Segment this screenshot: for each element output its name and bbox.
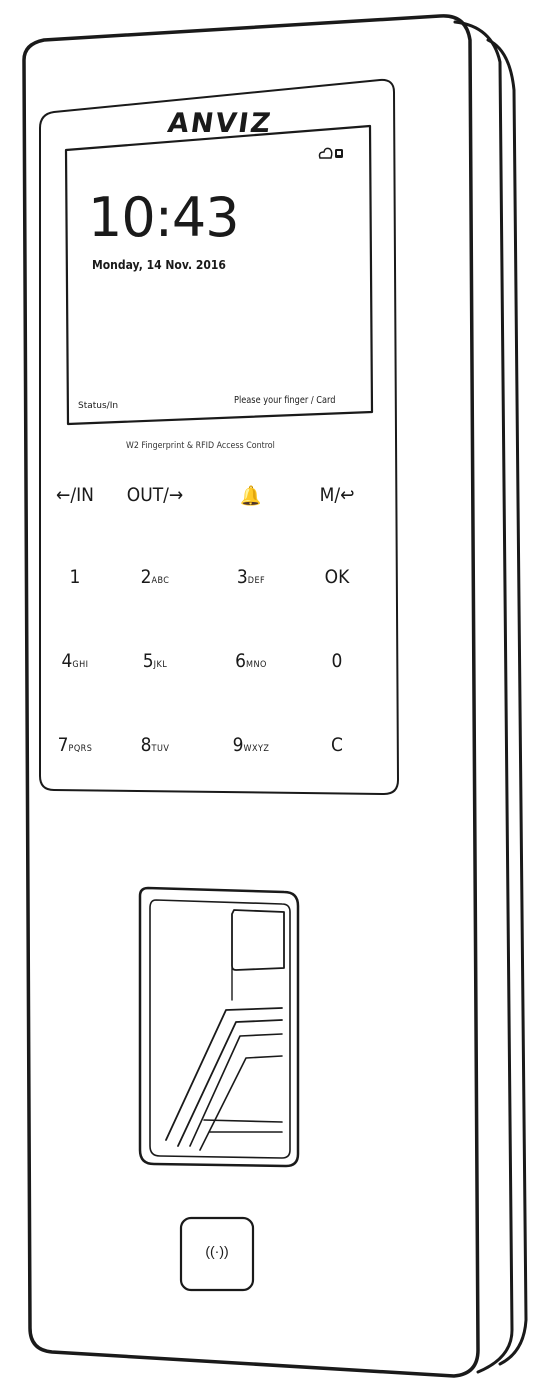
keypad-key[interactable]: 3DEF — [220, 566, 283, 588]
key-letters: ABC — [151, 576, 170, 586]
key-label: 6 — [235, 650, 247, 672]
brand-logo: ANVIZ — [165, 108, 275, 139]
key-label: 3 — [236, 566, 248, 588]
keypad-key[interactable]: OK — [306, 566, 369, 588]
key-label: 4 — [61, 650, 73, 672]
keypad-key[interactable]: 2ABC — [124, 566, 187, 588]
access-control-device — [22, 14, 528, 1378]
keypad-key[interactable]: 0 — [306, 650, 369, 672]
key-label: 7 — [57, 734, 69, 756]
screen-date: Monday, 14 Nov. 2016 — [92, 258, 226, 272]
key-label: 5 — [142, 650, 154, 672]
key-label: M/↩ — [319, 484, 355, 506]
keypad-key[interactable]: 8TUV — [124, 734, 187, 756]
keypad-key[interactable]: 1 — [44, 566, 107, 588]
key-label: ←/IN — [56, 484, 94, 506]
keypad-key[interactable]: 7PQRS — [44, 734, 107, 756]
key-label: 9 — [232, 734, 244, 756]
keypad-key[interactable]: OUT/→ — [124, 484, 187, 506]
key-letters: MNO — [246, 660, 267, 670]
key-letters: GHI — [72, 660, 89, 670]
key-letters: TUV — [151, 744, 170, 754]
key-letters: DEF — [247, 576, 266, 586]
screen-prompt: Please your finger / Card — [234, 395, 336, 406]
key-label: C — [331, 734, 343, 756]
screen-status: Status/In — [78, 401, 119, 411]
key-label: OK — [324, 566, 350, 588]
key-label: OUT/→ — [126, 484, 184, 506]
cloud-icon — [318, 147, 343, 159]
keypad-key[interactable]: M/↩ — [306, 484, 369, 506]
screen-time: 10:43 — [88, 186, 240, 249]
rfid-symbol[interactable]: ((·)) — [181, 1243, 253, 1259]
keypad-key[interactable]: ←/IN — [44, 484, 107, 506]
key-letters: WXYZ — [243, 744, 270, 754]
keypad-key[interactable]: 9WXYZ — [220, 734, 283, 756]
key-letters: PQRS — [68, 744, 93, 754]
keypad-key[interactable]: 🔔 — [220, 484, 283, 507]
key-label: 8 — [140, 734, 152, 756]
keypad-key[interactable]: 6MNO — [220, 650, 283, 672]
key-label: 2 — [140, 566, 152, 588]
key-label: 🔔 — [240, 485, 262, 507]
keypad-key[interactable]: 4GHI — [44, 650, 107, 672]
key-letters: JKL — [153, 660, 168, 670]
key-label: 0 — [331, 650, 343, 672]
model-label: W2 Fingerprint & RFID Access Control — [126, 441, 275, 451]
key-label: 1 — [69, 566, 81, 588]
keypad-key[interactable]: C — [306, 734, 369, 756]
keypad-key[interactable]: 5JKL — [124, 650, 187, 672]
